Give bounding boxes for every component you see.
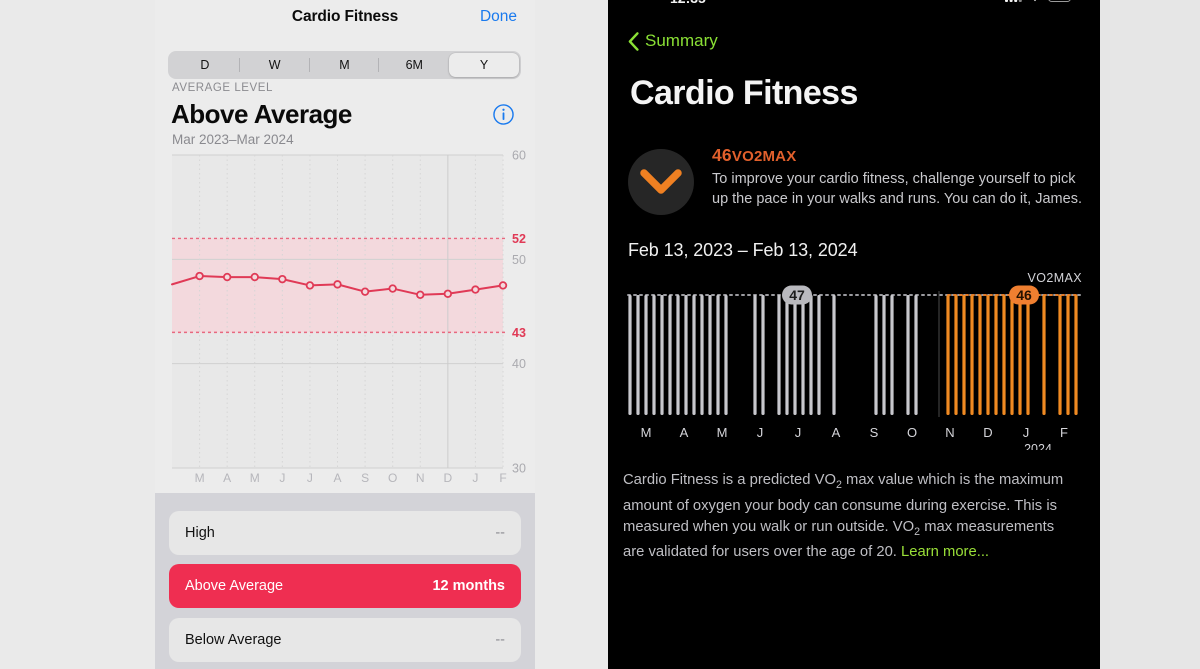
svg-text:J: J — [757, 425, 764, 440]
back-label: Summary — [645, 31, 718, 50]
insight-value: 46 — [712, 145, 732, 165]
chevron-down-icon — [640, 169, 682, 194]
svg-text:M: M — [717, 425, 728, 440]
chevron-left-icon — [628, 31, 639, 51]
svg-text:2024: 2024 — [1024, 442, 1052, 450]
svg-text:F: F — [499, 471, 506, 485]
status-bar-indicators — [1005, 0, 1074, 2]
svg-text:N: N — [416, 471, 425, 485]
svg-text:F: F — [1060, 425, 1068, 440]
svg-text:O: O — [388, 471, 397, 485]
svg-text:S: S — [361, 471, 369, 485]
screenshot-root: Cardio Fitness Done D W M 6M Y AVERAGE L… — [0, 0, 1200, 669]
svg-text:M: M — [250, 471, 260, 485]
svg-text:A: A — [333, 471, 341, 485]
svg-text:50: 50 — [512, 253, 526, 267]
svg-text:S: S — [870, 425, 879, 440]
description-text: Cardio Fitness is a predicted VO2 max va… — [623, 470, 1075, 563]
svg-text:D: D — [983, 425, 992, 440]
learn-more-link[interactable]: Learn more... — [901, 544, 989, 560]
list-item-high[interactable]: High -- — [169, 511, 521, 555]
chevron-down-circle-icon — [628, 149, 694, 215]
insight-card: 46VO2MAX To improve your cardio fitness,… — [628, 145, 1088, 215]
left-panel-cardio-fitness-modal: Cardio Fitness Done D W M 6M Y AVERAGE L… — [0, 0, 608, 669]
battery-icon — [1048, 0, 1071, 2]
svg-text:O: O — [907, 425, 917, 440]
svg-text:M: M — [641, 425, 652, 440]
svg-text:N: N — [945, 425, 954, 440]
vo2max-bar-chart[interactable]: 47 46 M A M J J A S O N D J F 2024 — [608, 255, 1100, 450]
level-breakdown-list: High -- Above Average 12 months Below Av… — [155, 493, 535, 669]
svg-text:46: 46 — [1016, 287, 1032, 303]
list-item-label: Above Average — [185, 578, 284, 594]
list-item-value: 12 months — [432, 578, 505, 594]
svg-text:43: 43 — [512, 326, 526, 340]
back-to-summary-button[interactable]: Summary — [628, 31, 718, 51]
list-item-label: High — [185, 525, 215, 541]
cardio-fitness-line-chart: 30 40 43 50 52 60 M A M J J A S O N D J F — [171, 149, 526, 485]
svg-text:D: D — [443, 471, 452, 485]
svg-text:M: M — [195, 471, 205, 485]
svg-text:J: J — [307, 471, 313, 485]
svg-text:A: A — [832, 425, 841, 440]
svg-text:52: 52 — [512, 232, 526, 246]
svg-text:30: 30 — [512, 462, 526, 476]
svg-text:A: A — [223, 471, 231, 485]
detail-page-title: Cardio Fitness — [630, 74, 858, 112]
list-item-above-average[interactable]: Above Average 12 months — [169, 564, 521, 608]
status-bar: 12:35 — [608, 0, 1100, 8]
cellular-signal-icon — [1005, 0, 1022, 2]
svg-text:40: 40 — [512, 357, 526, 371]
svg-text:J: J — [279, 471, 285, 485]
wifi-icon — [1034, 0, 1036, 1]
status-bar-clock: 12:35 — [670, 0, 706, 6]
description-part-1: Cardio Fitness is a predicted VO — [623, 472, 837, 488]
list-item-value: -- — [495, 632, 505, 648]
insight-body: To improve your cardio fitness, challeng… — [712, 171, 1082, 207]
svg-text:J: J — [472, 471, 478, 485]
list-item-value: -- — [495, 525, 505, 541]
svg-text:J: J — [1023, 425, 1030, 440]
list-item-label: Below Average — [185, 632, 282, 648]
svg-text:60: 60 — [512, 149, 526, 163]
svg-text:A: A — [680, 425, 689, 440]
svg-text:J: J — [795, 425, 802, 440]
insight-unit: VO2MAX — [731, 148, 797, 165]
svg-text:47: 47 — [789, 287, 805, 303]
insight-heading: 46VO2MAX — [712, 145, 1088, 166]
list-item-below-average[interactable]: Below Average -- — [169, 618, 521, 662]
page-background-pad — [1100, 0, 1200, 669]
right-panel-health-detail: 12:35 — [608, 0, 1100, 669]
insight-text-block: 46VO2MAX To improve your cardio fitness,… — [712, 145, 1088, 215]
